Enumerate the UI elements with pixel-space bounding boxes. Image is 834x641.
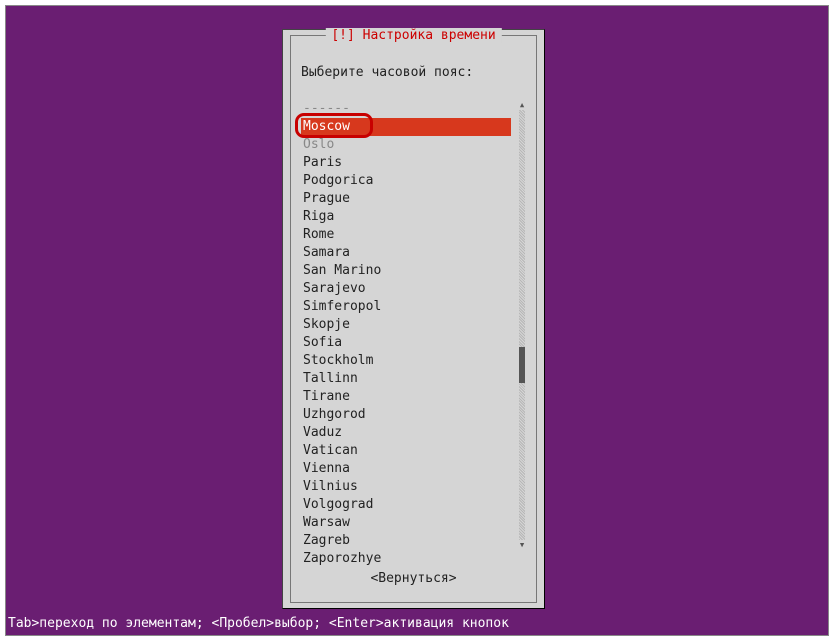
list-item[interactable]: Simferopol [301, 298, 511, 316]
list-item[interactable]: Tirane [301, 388, 511, 406]
timezone-dialog: [!] Настройка времени Выберите часовой п… [282, 29, 545, 609]
list-item[interactable]: Zaporozhye [301, 550, 511, 568]
list-item[interactable]: Vaduz [301, 424, 511, 442]
list-item[interactable]: Warsaw [301, 514, 511, 532]
list-item[interactable]: Vatican [301, 442, 511, 460]
list-item[interactable]: Skopje [301, 316, 511, 334]
list-item[interactable]: Zagreb [301, 532, 511, 550]
list-item[interactable]: Vilnius [301, 478, 511, 496]
list-item[interactable]: Vienna [301, 460, 511, 478]
list-item[interactable]: Prague [301, 190, 511, 208]
scrollbar[interactable]: ▴ ▾ [518, 100, 526, 550]
footer-hints: Tab>переход по элементам; <Пробел>выбор;… [8, 616, 509, 631]
list-item-obscured: ------ [301, 100, 511, 118]
scroll-down-icon[interactable]: ▾ [518, 540, 526, 550]
back-button[interactable]: <Вернуться> [370, 571, 456, 586]
list-item[interactable]: Sofia [301, 334, 511, 352]
scroll-up-icon[interactable]: ▴ [518, 100, 526, 110]
scrollbar-thumb[interactable] [519, 347, 525, 383]
installer-background: [!] Настройка времени Выберите часовой п… [5, 5, 829, 636]
list-item[interactable]: Rome [301, 226, 511, 244]
list-item[interactable]: Oslo [301, 136, 511, 154]
list-item[interactable]: Samara [301, 244, 511, 262]
list-item[interactable]: Podgorica [301, 172, 511, 190]
scrollbar-track[interactable] [519, 110, 525, 540]
list-item[interactable]: Uzhgorod [301, 406, 511, 424]
list-item[interactable]: Tallinn [301, 370, 511, 388]
list-item[interactable]: Moscow [301, 118, 511, 136]
list-item[interactable]: Riga [301, 208, 511, 226]
list-item[interactable]: Volgograd [301, 496, 511, 514]
list-item[interactable]: Sarajevo [301, 280, 511, 298]
dialog-prompt: Выберите часовой пояс: [301, 65, 473, 80]
dialog-title: [!] Настройка времени [325, 28, 501, 43]
timezone-list[interactable]: ------ Moscow Oslo Paris Podgorica Pragu… [301, 100, 511, 568]
list-item[interactable]: San Marino [301, 262, 511, 280]
list-item[interactable]: Stockholm [301, 352, 511, 370]
list-item[interactable]: Paris [301, 154, 511, 172]
